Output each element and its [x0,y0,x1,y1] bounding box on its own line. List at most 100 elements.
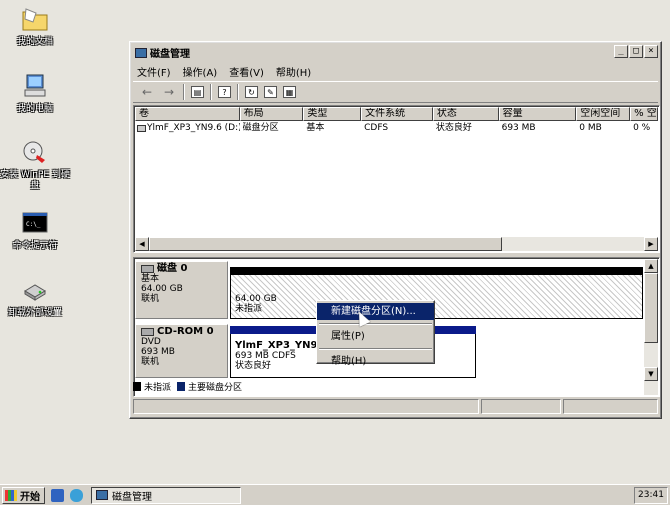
status-bar [133,399,660,414]
column-header-type[interactable]: 类型 [303,107,362,121]
primary-legend-swatch [177,382,186,391]
svg-text:C:\_: C:\_ [26,221,41,228]
volume-list-header: 卷 布局 类型 文件系统 状态 容量 空闲空间 % 空 [135,107,658,121]
desktop-icon-my-documents[interactable]: 我的文档 [0,6,70,48]
hard-disk-icon [141,265,154,273]
desktop-icon-label: 命令提示符 [12,241,58,251]
clock[interactable]: 23:41 [634,487,668,504]
show-hide-tree-icon[interactable]: ▤ [191,86,204,98]
computer-icon [20,73,50,101]
help-icon[interactable]: ? [218,86,231,98]
desktop-icon-my-computer[interactable]: 我的电脑 [0,73,70,115]
menu-action[interactable]: 操作(A) [183,64,218,79]
cdrom-0-type: DVD [141,337,161,347]
scroll-right-button[interactable]: ▶ [644,237,658,251]
column-header-free-space[interactable]: 空闲空间 [576,107,631,121]
taskbar-button-disk-management[interactable]: 磁盘管理 [91,486,241,504]
disk-0-size: 64.00 GB [141,284,183,294]
column-header-filesystem[interactable]: 文件系统 [361,107,433,121]
cell-status: 状态良好 [435,123,472,133]
desktop-icon-cmd[interactable]: C:\_ 命令提示符 [0,210,70,252]
refresh-icon[interactable]: ↻ [245,86,258,98]
scroll-up-button[interactable]: ▲ [644,259,658,273]
window-title: 磁盘管理 [150,49,190,60]
cell-type: 基本 [306,123,325,133]
menu-file[interactable]: 文件(F) [137,64,171,79]
disk-0-type: 基本 [141,274,160,284]
close-button[interactable]: × [644,45,658,58]
install-disc-icon [20,139,50,167]
desktop-icon-label: 安装 WinPE 到硬盘 [0,170,70,191]
title-bar[interactable]: 磁盘管理 _ □ × [133,45,658,60]
cdrom-volume-icon [137,125,146,132]
context-menu: 新建磁盘分区(N)... 属性(P) 帮助(H) [316,300,435,367]
quick-launch-browser-icon[interactable] [70,488,83,502]
desktop: 我的文档 我的电脑 安装 WinPE 到硬盘 C:\_ 命令提示符 卸载外部设置… [0,0,670,484]
cell-volume: YlmF_XP3_YN9.6 (D:) [147,123,240,133]
column-header-capacity[interactable]: 容量 [498,107,577,121]
toolbar-separator [210,84,212,100]
desktop-icon-label: 卸载外部设置 [7,308,62,318]
toolbar-separator [183,84,185,100]
menu-item-new-partition[interactable]: 新建磁盘分区(N)... [317,303,434,320]
cmd-icon: C:\_ [20,210,50,238]
cell-percent-free: 0 % [633,123,651,133]
scroll-left-button[interactable]: ◀ [135,237,149,251]
cell-capacity: 693 MB [501,123,536,133]
horizontal-scrollbar[interactable]: ◀ ▶ [135,237,658,251]
disk-management-icon [135,47,147,58]
column-header-percent-free[interactable]: % 空 [630,107,658,121]
cdrom-0-size: 693 MB [141,347,175,357]
desktop-icon-label: 我的文档 [16,37,53,47]
legend-primary: 主要磁盘分区 [188,383,243,393]
menu-separator [319,348,432,350]
disk-0-info[interactable]: 磁盘 0 基本 64.00 GB 联机 [135,261,228,319]
cell-layout: 磁盘分区 [242,123,279,133]
menu-help[interactable]: 帮助(H) [276,64,311,79]
start-button[interactable]: 开始 [2,486,45,504]
cell-filesystem: CDFS [364,123,389,133]
status-pane-2 [481,399,561,414]
drive-icon [20,277,50,305]
cdrom-drive-icon [141,328,154,336]
cdrom-0-name: CD-ROM 0 [157,326,214,337]
legend: 未指派 主要磁盘分区 [133,380,242,393]
volume-list[interactable]: 卷 布局 类型 文件系统 状态 容量 空闲空间 % 空 YlmF_XP3_YN9… [133,105,660,253]
desktop-icon-label: 我的电脑 [16,104,53,114]
menu-item-help[interactable]: 帮助(H) [317,353,434,370]
menu-item-properties[interactable]: 属性(P) [317,328,434,345]
maximize-button[interactable]: □ [629,45,643,58]
column-header-status[interactable]: 状态 [432,107,499,121]
forward-arrow-icon[interactable]: → [161,84,177,100]
vertical-scrollbar[interactable]: ▲ ▼ [644,259,658,395]
legend-unallocated: 未指派 [144,383,172,393]
minimize-button[interactable]: _ [614,45,628,58]
properties-icon[interactable]: ✎ [264,86,277,98]
column-header-layout[interactable]: 布局 [239,107,304,121]
taskbar: 开始 磁盘管理 23:41 [0,484,670,505]
horizontal-scroll-thumb[interactable] [149,237,502,251]
quick-launch-explorer-icon[interactable] [51,488,64,502]
desktop-icon-eject-device[interactable]: 卸载外部设置 [0,277,70,319]
disk-0-unallocated-partition[interactable]: 64.00 GB 未指派 [230,267,643,319]
menu-bar: 文件(F) 操作(A) 查看(V) 帮助(H) [133,62,658,80]
cdrom-0-state: 联机 [141,357,160,367]
disk-0-state: 联机 [141,294,160,304]
unallocated-bar [230,267,643,275]
table-row[interactable]: YlmF_XP3_YN9.6 (D:) 磁盘分区 基本 CDFS 状态良好 69… [135,122,658,135]
status-pane-3 [563,399,658,414]
menu-view[interactable]: 查看(V) [229,64,264,79]
toolbar-separator [237,84,239,100]
scroll-down-button[interactable]: ▼ [644,367,658,381]
view-icon[interactable]: ▦ [283,86,296,98]
cdrom-0-info[interactable]: CD-ROM 0 DVD 693 MB 联机 [135,324,228,378]
folder-icon [20,6,50,34]
vertical-scroll-thumb[interactable] [644,273,658,343]
back-arrow-icon[interactable]: ← [139,84,155,100]
partition-label: 未指派 [235,304,263,314]
start-label: 开始 [20,491,40,503]
status-pane-1 [133,399,479,414]
menu-separator [319,323,432,325]
desktop-icon-install-winpe[interactable]: 安装 WinPE 到硬盘 [0,139,70,192]
column-header-volume[interactable]: 卷 [135,107,240,121]
